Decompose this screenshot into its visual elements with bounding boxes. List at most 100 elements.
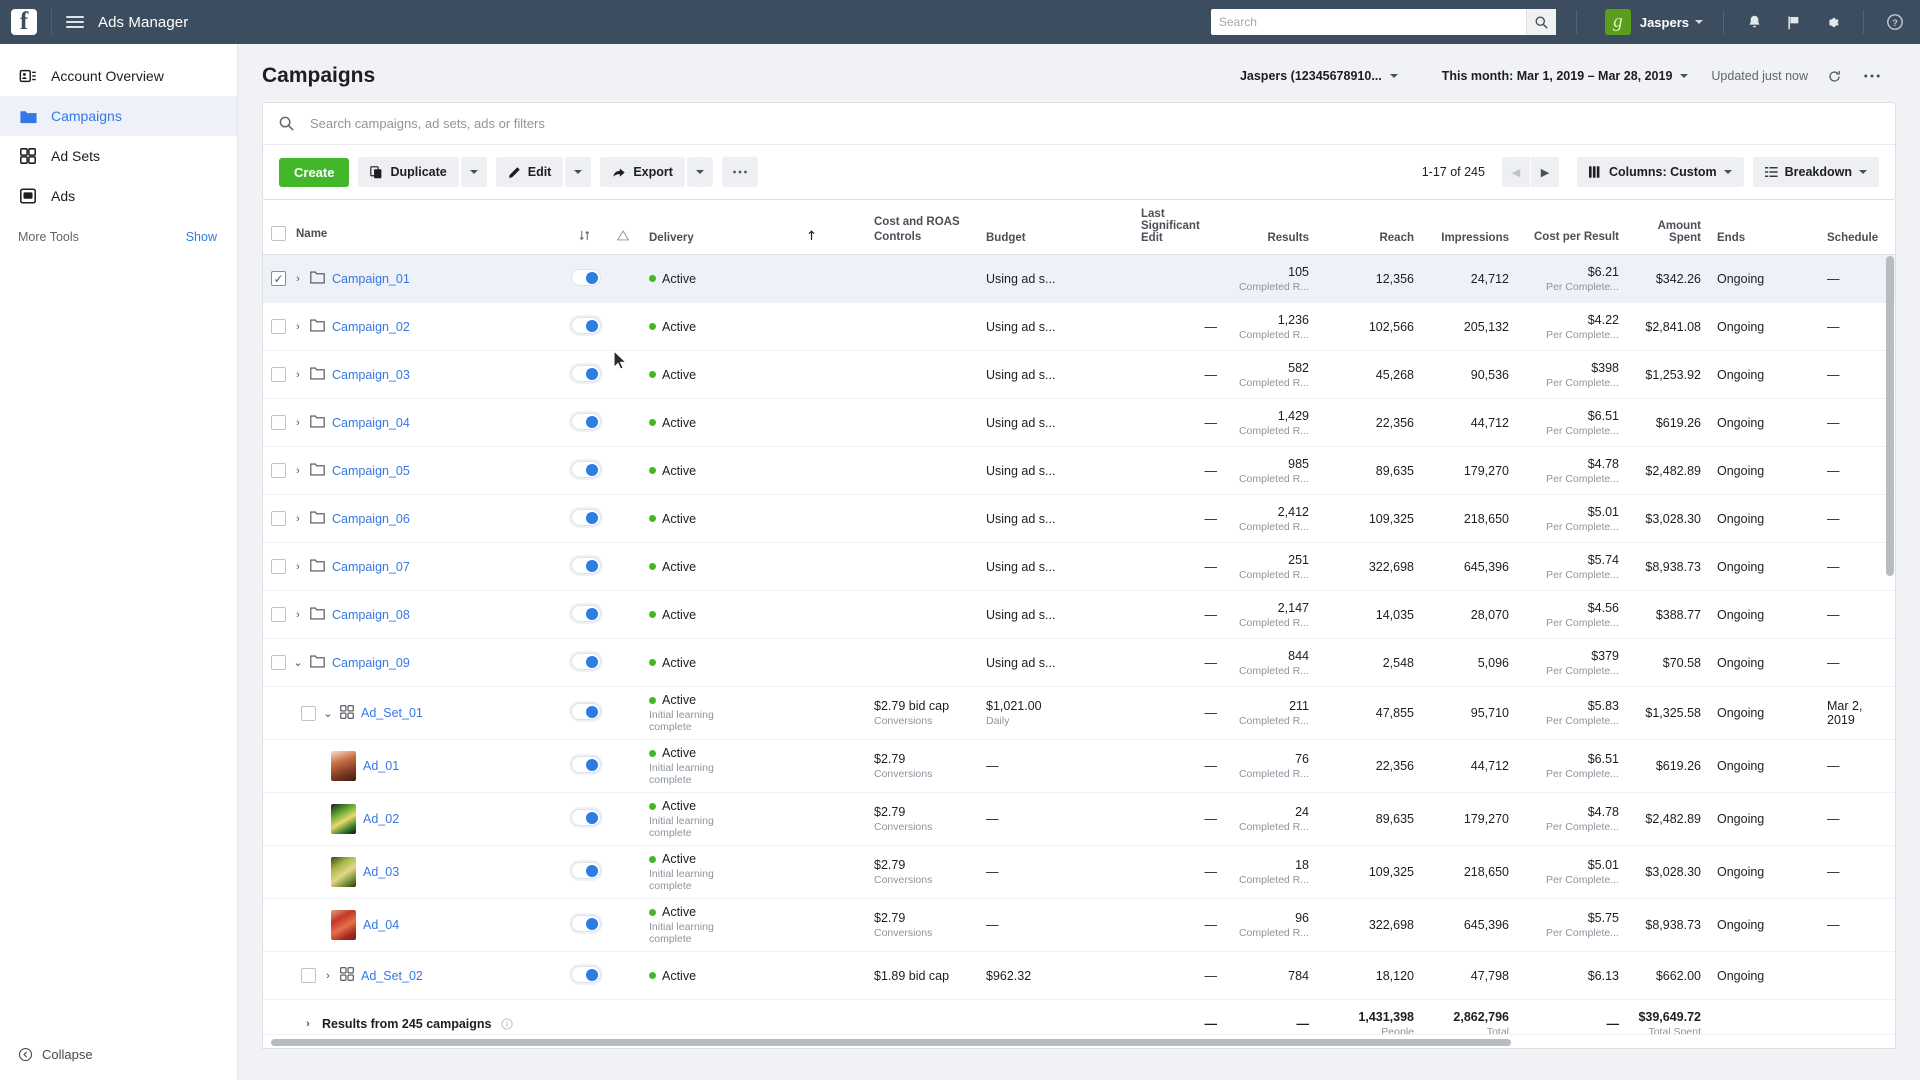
table-row[interactable]: › Ad_Set_02 Active $1.89 bid cap $962.32 — 784… bbox=[263, 951, 1895, 1000]
cell-status-toggle[interactable] bbox=[563, 686, 605, 740]
status-toggle[interactable] bbox=[571, 556, 601, 574]
search-input[interactable] bbox=[310, 116, 1879, 131]
header-sort[interactable] bbox=[563, 200, 605, 255]
row-name-link[interactable]: Ad_02 bbox=[363, 812, 399, 826]
table-row[interactable]: Ad_01 Active Initial learning complete $2.7… bbox=[263, 739, 1895, 793]
help-icon[interactable]: ? bbox=[1886, 13, 1904, 31]
columns-button[interactable]: Columns: Custom bbox=[1576, 157, 1744, 187]
status-toggle[interactable] bbox=[571, 862, 601, 879]
row-checkbox[interactable] bbox=[271, 271, 286, 286]
header-name[interactable]: Name bbox=[263, 200, 563, 255]
date-range-picker[interactable]: This month: Mar 1, 2019 – Mar 28, 2019 bbox=[1431, 64, 1700, 88]
header-results[interactable]: Results bbox=[1225, 200, 1317, 255]
sidebar-item-campaigns[interactable]: Campaigns bbox=[0, 96, 237, 136]
cell-status-toggle[interactable] bbox=[563, 951, 605, 1000]
account-switcher[interactable]: g Jaspers bbox=[1604, 9, 1703, 35]
vertical-scrollbar[interactable] bbox=[1886, 256, 1894, 576]
cell-status-toggle[interactable] bbox=[563, 792, 605, 846]
export-dropdown[interactable] bbox=[686, 157, 713, 187]
row-checkbox[interactable] bbox=[271, 559, 286, 574]
facebook-logo[interactable]: f bbox=[11, 9, 37, 35]
table-row[interactable]: › Campaign_02 Active Using ad s... —1,236 Com… bbox=[263, 302, 1895, 351]
campaign-search-row[interactable] bbox=[263, 103, 1895, 145]
cell-name[interactable]: › Campaign_08 bbox=[263, 590, 563, 639]
row-checkbox[interactable] bbox=[271, 415, 286, 430]
pagination-next-button[interactable]: ▶ bbox=[1530, 157, 1559, 187]
row-name-link[interactable]: Campaign_02 bbox=[332, 320, 410, 334]
cell-name[interactable]: › Campaign_01 bbox=[263, 254, 563, 303]
toolbar-more-button[interactable] bbox=[721, 157, 758, 187]
table-row[interactable]: › Campaign_08 Active Using ad s... —2,147 Com… bbox=[263, 590, 1895, 639]
sidebar-item-account-overview[interactable]: Account Overview bbox=[0, 56, 237, 96]
cell-status-toggle[interactable] bbox=[563, 739, 605, 793]
status-toggle[interactable] bbox=[571, 316, 601, 334]
row-name-link[interactable]: Ad_Set_01 bbox=[361, 706, 423, 720]
cell-status-toggle[interactable] bbox=[563, 638, 605, 687]
cell-status-toggle[interactable] bbox=[563, 845, 605, 899]
header-budget[interactable]: Budget bbox=[978, 200, 1133, 255]
table-row[interactable]: › Campaign_01 Active Using ad s... 105Comple… bbox=[263, 254, 1895, 303]
table-row[interactable]: ⌄ Ad_Set_01 Active Initial learning complet… bbox=[263, 686, 1895, 740]
row-name-link[interactable]: Campaign_03 bbox=[332, 368, 410, 382]
row-expand-toggle[interactable]: › bbox=[293, 561, 303, 573]
row-expand-toggle[interactable]: › bbox=[293, 273, 303, 285]
cell-name[interactable]: Ad_01 bbox=[263, 739, 563, 793]
cell-name[interactable]: ⌄ Ad_Set_01 bbox=[263, 686, 563, 740]
row-name-link[interactable]: Ad_Set_02 bbox=[361, 969, 423, 983]
cell-name[interactable]: › Campaign_06 bbox=[263, 494, 563, 543]
table-row[interactable]: › Campaign_03 Active Using ad s... —582 Compl… bbox=[263, 350, 1895, 399]
status-toggle[interactable] bbox=[571, 508, 601, 526]
duplicate-button[interactable]: Duplicate bbox=[358, 157, 459, 187]
cell-status-toggle[interactable] bbox=[563, 446, 605, 495]
row-checkbox[interactable] bbox=[301, 968, 316, 983]
status-toggle[interactable] bbox=[571, 460, 601, 478]
table-row[interactable]: › Campaign_04 Active Using ad s... —1,429 Com… bbox=[263, 398, 1895, 447]
cell-name[interactable]: Ad_02 bbox=[263, 792, 563, 846]
row-expand-toggle[interactable]: › bbox=[293, 321, 303, 333]
cell-name[interactable]: Ad_03 bbox=[263, 845, 563, 899]
collapse-sidebar-button[interactable]: Collapse bbox=[18, 1047, 93, 1062]
cell-name[interactable]: ⌄ Campaign_09 bbox=[263, 638, 563, 687]
table-row[interactable]: Ad_03 Active Initial learning complete $2.7… bbox=[263, 845, 1895, 899]
totals-expand-icon[interactable]: › bbox=[303, 1018, 313, 1030]
row-expand-toggle[interactable]: ⌄ bbox=[323, 707, 333, 720]
cell-name[interactable]: Ad_04 bbox=[263, 898, 563, 952]
breakdown-button[interactable]: Breakdown bbox=[1752, 157, 1879, 187]
global-search-input[interactable] bbox=[1210, 15, 1526, 29]
row-checkbox[interactable] bbox=[271, 319, 286, 334]
more-options-icon[interactable] bbox=[1858, 62, 1886, 90]
table-row[interactable]: › Campaign_07 Active Using ad s... —251 Compl… bbox=[263, 542, 1895, 591]
row-name-link[interactable]: Campaign_07 bbox=[332, 560, 410, 574]
row-checkbox[interactable] bbox=[271, 607, 286, 622]
header-amount-spent[interactable]: Amount Spent bbox=[1627, 200, 1709, 255]
header-delivery[interactable]: Delivery bbox=[641, 200, 756, 255]
table-row[interactable]: › Campaign_05 Active Using ad s... —985 Compl… bbox=[263, 446, 1895, 495]
info-icon[interactable] bbox=[500, 1018, 513, 1030]
header-last-edit[interactable]: Last Significant Edit bbox=[1133, 200, 1225, 255]
status-toggle[interactable] bbox=[571, 809, 601, 826]
row-name-link[interactable]: Campaign_06 bbox=[332, 512, 410, 526]
sidebar-item-ad-sets[interactable]: Ad Sets bbox=[0, 136, 237, 176]
sidebar-item-ads[interactable]: Ads bbox=[0, 176, 237, 216]
header-impressions[interactable]: Impressions bbox=[1422, 200, 1517, 255]
more-tools-show-link[interactable]: Show bbox=[186, 230, 217, 244]
bell-icon[interactable] bbox=[1746, 14, 1763, 31]
header-schedule[interactable]: Schedule bbox=[1819, 200, 1895, 255]
row-name-link[interactable]: Ad_03 bbox=[363, 865, 399, 879]
row-checkbox[interactable] bbox=[271, 511, 286, 526]
status-toggle[interactable] bbox=[571, 703, 601, 720]
refresh-icon[interactable] bbox=[1820, 62, 1848, 90]
cell-name[interactable]: › Campaign_05 bbox=[263, 446, 563, 495]
edit-dropdown[interactable] bbox=[565, 157, 592, 187]
pagination-prev-button[interactable]: ◀ bbox=[1501, 157, 1530, 187]
cell-status-toggle[interactable] bbox=[563, 590, 605, 639]
status-toggle[interactable] bbox=[571, 604, 601, 622]
status-toggle[interactable] bbox=[571, 915, 601, 932]
cell-status-toggle[interactable] bbox=[563, 542, 605, 591]
export-button[interactable]: Export bbox=[600, 157, 685, 187]
row-name-link[interactable]: Campaign_08 bbox=[332, 608, 410, 622]
table-row[interactable]: ⌄ Campaign_09 Active Using ad s... —844 Compl… bbox=[263, 638, 1895, 687]
flag-icon[interactable] bbox=[1785, 14, 1802, 31]
row-expand-toggle[interactable]: › bbox=[293, 609, 303, 621]
row-expand-toggle[interactable]: › bbox=[293, 369, 303, 381]
